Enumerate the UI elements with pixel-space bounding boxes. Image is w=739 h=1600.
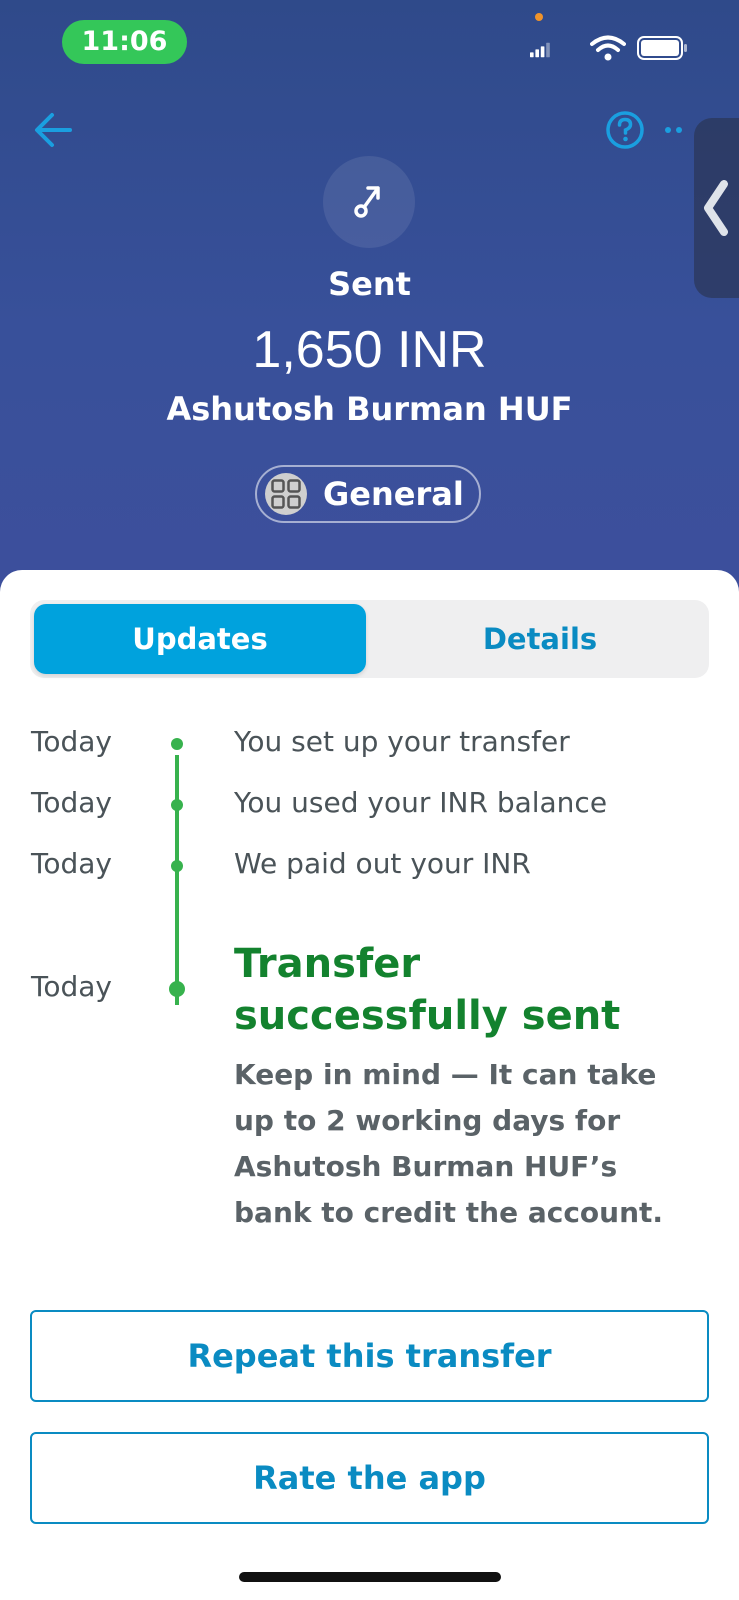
- transfer-success-title: Transfer successfully sent: [234, 941, 621, 1039]
- more-options-icon[interactable]: [663, 118, 693, 142]
- tab-details[interactable]: Details: [375, 604, 705, 674]
- transfer-type-badge: [323, 156, 415, 248]
- timeline-dot: [171, 738, 183, 750]
- category-label: General: [323, 475, 464, 513]
- timeline-step-text: You used your INR balance: [234, 786, 608, 819]
- sent-arrow-icon: [354, 186, 380, 218]
- tab-updates[interactable]: Updates: [34, 604, 366, 674]
- status-time: 11:06: [62, 20, 187, 64]
- timeline-dot: [171, 860, 183, 872]
- privacy-indicator-dot: [535, 13, 543, 21]
- home-indicator[interactable]: [239, 1572, 501, 1582]
- timeline-dot: [171, 799, 183, 811]
- wifi-icon: [590, 35, 626, 61]
- timeline-line: [175, 755, 179, 1005]
- repeat-transfer-button[interactable]: Repeat this transfer: [30, 1310, 709, 1402]
- rate-app-button[interactable]: Rate the app: [30, 1432, 709, 1524]
- transfer-amount: 1,650 INR: [252, 321, 487, 379]
- help-question-icon[interactable]: [605, 110, 645, 150]
- category-button[interactable]: General: [255, 465, 481, 523]
- recipient-name: Ashutosh Burman HUF: [166, 390, 573, 428]
- tab-bar: Updates Details: [30, 600, 709, 678]
- timeline-step-text: You set up your transfer: [234, 725, 570, 758]
- timeline-date: Today: [31, 847, 112, 880]
- transfer-header: 11:06 Sent 1,650 INR Ashutosh Burman HUF…: [0, 0, 739, 600]
- timeline-date: Today: [31, 725, 112, 758]
- timeline-date: Today: [31, 786, 112, 819]
- transfer-sheet: Updates Details Today You set up your tr…: [0, 570, 739, 1600]
- timeline-dot-final: [169, 981, 185, 997]
- back-arrow-icon[interactable]: [30, 107, 76, 153]
- grid-icon: [265, 473, 307, 515]
- battery-icon: [637, 36, 687, 60]
- transfer-status: Sent: [328, 265, 411, 303]
- transfer-success-note: Keep in mind — It can take up to 2 worki…: [234, 1058, 664, 1229]
- cellular-signal-icon: [530, 42, 550, 58]
- chevron-left-icon: [704, 180, 728, 236]
- timeline-date: Today: [31, 970, 112, 1003]
- timeline-step-text: We paid out your INR: [234, 847, 531, 880]
- status-bar: 11:06: [0, 0, 739, 90]
